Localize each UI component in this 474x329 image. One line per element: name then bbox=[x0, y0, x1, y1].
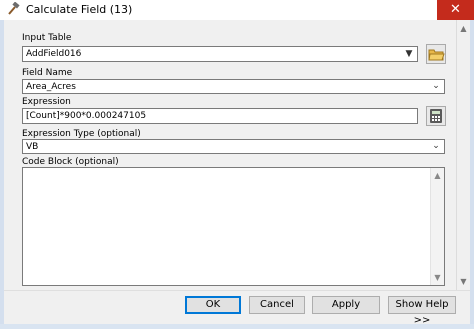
scroll-up-icon[interactable]: ▲ bbox=[457, 22, 470, 35]
browse-button[interactable] bbox=[426, 44, 446, 64]
ok-button[interactable]: OK bbox=[185, 296, 241, 314]
chevron-down-icon: ⌄ bbox=[432, 141, 440, 151]
close-icon: ✕ bbox=[450, 2, 461, 17]
cancel-button-label: Cancel bbox=[260, 299, 294, 310]
calculator-icon bbox=[430, 109, 442, 123]
panel-scrollbar[interactable]: ▲ ▼ bbox=[456, 20, 470, 290]
scroll-up-icon[interactable]: ▲ bbox=[431, 169, 444, 182]
cancel-button[interactable]: Cancel bbox=[249, 296, 305, 314]
expression-label: Expression bbox=[22, 97, 71, 107]
window-right-border bbox=[470, 20, 474, 324]
field-name-label: Field Name bbox=[22, 68, 73, 78]
ok-button-label: OK bbox=[205, 299, 221, 310]
scroll-down-icon[interactable]: ▼ bbox=[457, 275, 470, 288]
show-help-button[interactable]: Show Help >> bbox=[388, 296, 456, 326]
input-table-value: AddField016 bbox=[26, 49, 82, 59]
window-title: Calculate Field (13) bbox=[26, 3, 133, 16]
input-table-dropdown[interactable]: AddField016 ▼ bbox=[22, 46, 418, 62]
code-block-scrollbar[interactable]: ▲ ▼ bbox=[430, 168, 444, 285]
code-block-textarea[interactable]: ▲ ▼ bbox=[22, 167, 445, 286]
apply-button-label: Apply bbox=[331, 299, 361, 310]
expression-type-value: VB bbox=[26, 142, 39, 152]
input-table-label: Input Table bbox=[22, 33, 72, 43]
hammer-icon bbox=[8, 2, 20, 15]
expression-type-dropdown[interactable]: VB ⌄ bbox=[22, 139, 445, 154]
field-name-dropdown[interactable]: Area_Acres ⌄ bbox=[22, 79, 445, 94]
chevron-down-icon: ⌄ bbox=[432, 81, 440, 91]
open-folder-icon bbox=[428, 49, 445, 61]
scroll-down-icon[interactable]: ▼ bbox=[431, 271, 444, 284]
close-button[interactable]: ✕ bbox=[437, 0, 474, 20]
expression-input[interactable]: [Count]*900*0.000247105 bbox=[22, 108, 418, 124]
expression-value: [Count]*900*0.000247105 bbox=[26, 111, 147, 121]
apply-button[interactable]: Apply bbox=[312, 296, 380, 314]
chevron-down-icon: ▼ bbox=[405, 49, 413, 59]
title-bar: Calculate Field (13) ✕ bbox=[0, 0, 474, 20]
expression-builder-button[interactable] bbox=[426, 106, 446, 126]
code-block-label: Code Block (optional) bbox=[22, 157, 119, 167]
expression-type-label: Expression Type (optional) bbox=[22, 129, 141, 139]
field-name-value: Area_Acres bbox=[26, 82, 76, 92]
